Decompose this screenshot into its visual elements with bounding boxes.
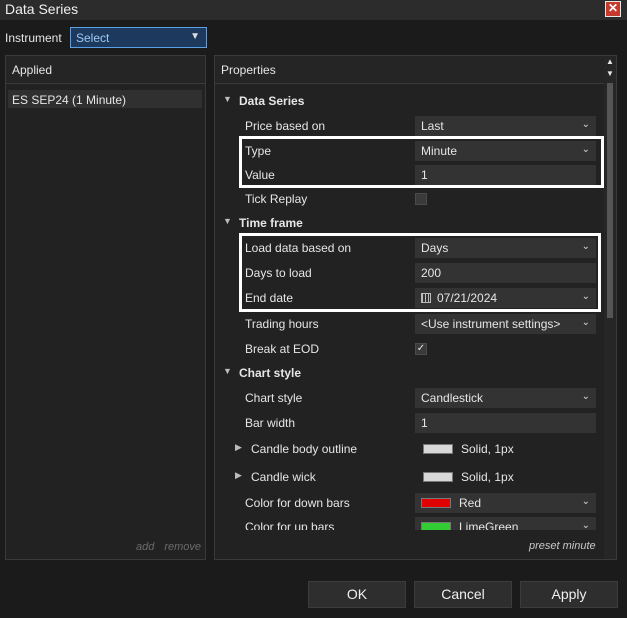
row-break-at-eod: Break at EOD ✓ xyxy=(215,338,603,360)
category-label: Chart style xyxy=(239,366,302,380)
stroke-value: Solid, 1px xyxy=(461,442,514,456)
chart-style-select[interactable]: Candlestick ⌄ xyxy=(415,388,596,408)
ok-button[interactable]: OK xyxy=(308,581,406,608)
applied-actions: add remove xyxy=(136,541,211,553)
row-bar-width: Bar width 1 xyxy=(215,412,603,434)
applied-list-item[interactable]: ES SEP24 (1 Minute) xyxy=(8,90,202,108)
row-candle-body-outline: ▶ Candle body outline Solid, 1px xyxy=(215,438,603,460)
chevron-down-icon: ⌄ xyxy=(581,520,590,530)
select-value: <Use instrument settings> xyxy=(421,317,561,331)
stroke-value: Solid, 1px xyxy=(461,470,514,484)
bar-width-input[interactable]: 1 xyxy=(415,413,596,433)
instrument-label: Instrument xyxy=(5,31,62,45)
scroll-up-icon[interactable]: ▲ xyxy=(604,56,616,67)
row-label: Trading hours xyxy=(245,317,319,331)
break-at-eod-checkbox[interactable]: ✓ xyxy=(415,343,427,355)
row-chart-style: Chart style Candlestick ⌄ xyxy=(215,387,603,409)
expand-down-icon[interactable]: ▼ xyxy=(223,216,232,226)
close-button[interactable]: ✕ xyxy=(605,1,621,17)
row-label: Chart style xyxy=(245,391,303,405)
expand-down-icon[interactable]: ▼ xyxy=(223,94,232,104)
category-label: Data Series xyxy=(239,94,305,108)
row-label: Candle body outline xyxy=(251,442,358,456)
title-bar: Data Series ✕ xyxy=(0,0,627,20)
highlight-box-type-value xyxy=(239,136,604,188)
select-value: Candlestick xyxy=(421,391,484,405)
input-value: 1 xyxy=(421,416,428,430)
chevron-down-icon: ⌄ xyxy=(581,119,590,130)
chevron-down-icon: ▼ xyxy=(190,31,200,42)
chevron-down-icon: ⌄ xyxy=(581,391,590,402)
color-swatch xyxy=(421,522,451,530)
scroll-down-icon[interactable]: ▼ xyxy=(604,68,616,79)
select-value: LimeGreen xyxy=(459,520,519,530)
properties-scrollbar[interactable]: ▲ ▼ xyxy=(604,56,616,559)
row-label: Tick Replay xyxy=(245,192,308,206)
row-trading-hours: Trading hours <Use instrument settings> ⌄ xyxy=(215,313,603,335)
close-icon: ✕ xyxy=(607,1,619,15)
remove-button[interactable]: remove xyxy=(164,541,201,553)
applied-panel: Applied ES SEP24 (1 Minute) add remove xyxy=(5,55,206,560)
chevron-down-icon: ⌄ xyxy=(581,496,590,507)
row-label: Candle wick xyxy=(251,470,316,484)
color-down-bars-select[interactable]: Red ⌄ xyxy=(415,493,596,513)
tick-replay-checkbox[interactable] xyxy=(415,193,427,205)
expand-down-icon[interactable]: ▼ xyxy=(223,366,232,376)
apply-button[interactable]: Apply xyxy=(520,581,618,608)
select-value: Last xyxy=(421,119,444,133)
row-price-based-on: Price based on Last ⌄ xyxy=(215,115,603,137)
category-chart-style[interactable]: ▼ Chart style xyxy=(215,362,603,384)
row-tick-replay: Tick Replay xyxy=(215,188,603,210)
chevron-down-icon: ⌄ xyxy=(581,317,590,328)
trading-hours-select[interactable]: <Use instrument settings> ⌄ xyxy=(415,314,596,334)
row-label: Color for down bars xyxy=(245,496,350,510)
scroll-thumb[interactable] xyxy=(607,83,613,318)
window-title: Data Series xyxy=(5,1,79,17)
candle-wick-stroke[interactable]: Solid, 1px xyxy=(415,467,596,487)
cancel-button[interactable]: Cancel xyxy=(414,581,512,608)
row-candle-wick: ▶ Candle wick Solid, 1px xyxy=(215,466,603,488)
row-label: Bar width xyxy=(245,416,296,430)
instrument-select[interactable]: Select ▼ xyxy=(70,27,207,48)
instrument-select-value: Select xyxy=(76,31,110,45)
row-label: Color for up bars xyxy=(245,520,335,530)
select-value: Red xyxy=(459,496,482,510)
properties-header: Properties xyxy=(215,56,616,84)
color-up-bars-select[interactable]: LimeGreen ⌄ xyxy=(415,517,596,530)
row-color-up-bars: Color for up bars LimeGreen ⌄ xyxy=(215,516,603,530)
check-icon: ✓ xyxy=(416,343,426,354)
category-time-frame[interactable]: ▼ Time frame xyxy=(215,212,603,234)
add-button[interactable]: add xyxy=(136,541,154,553)
preset-link[interactable]: preset minute xyxy=(529,540,596,552)
applied-header: Applied xyxy=(6,56,205,84)
price-based-on-select[interactable]: Last ⌄ xyxy=(415,116,596,136)
highlight-box-time-frame xyxy=(239,233,601,312)
color-swatch xyxy=(423,444,453,454)
row-label: Break at EOD xyxy=(245,342,320,356)
row-color-down-bars: Color for down bars Red ⌄ xyxy=(215,492,603,514)
expand-right-icon[interactable]: ▶ xyxy=(235,470,242,481)
color-swatch xyxy=(423,472,453,482)
category-data-series[interactable]: ▼ Data Series xyxy=(215,90,603,112)
color-swatch xyxy=(421,498,451,508)
candle-body-outline-stroke[interactable]: Solid, 1px xyxy=(415,439,596,459)
category-label: Time frame xyxy=(239,216,303,230)
expand-right-icon[interactable]: ▶ xyxy=(235,442,242,453)
row-label: Price based on xyxy=(245,119,326,133)
